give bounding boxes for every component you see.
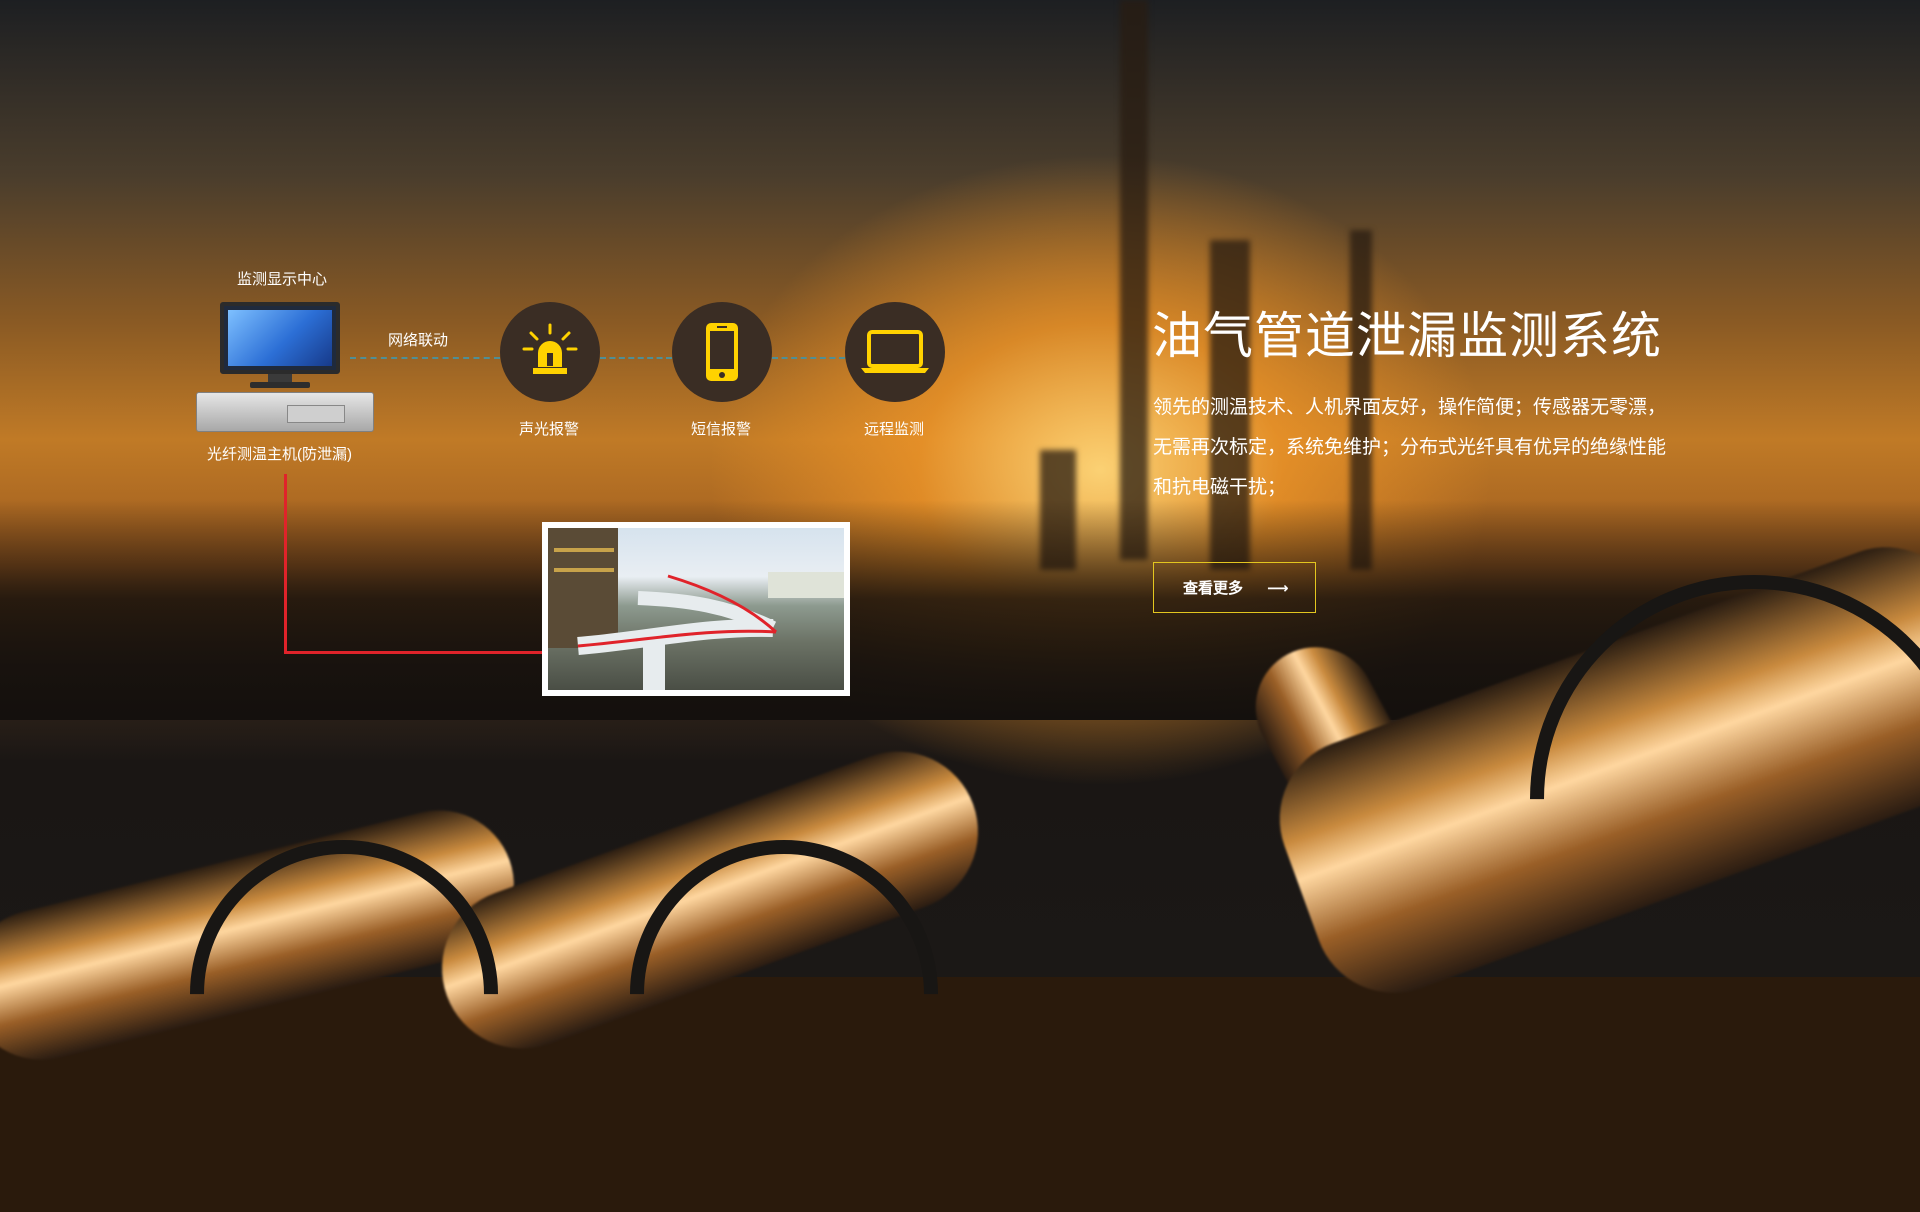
view-more-button[interactable]: 查看更多 ⟶ [1153,562,1316,613]
sound-alarm-circle [500,302,600,402]
host-label: 光纤测温主机(防泄漏) [207,446,352,463]
hero-title: 油气管道泄漏监测系统 [1152,308,1662,364]
pipeline-photo [542,522,850,696]
siren-icon [522,323,578,374]
view-more-label: 查看更多 [1183,580,1244,597]
network-label: 网络联动 [388,332,449,349]
laptop-icon [861,330,929,373]
network-link-line [350,357,500,359]
network-link-line [600,357,672,359]
host-unit-icon [196,392,374,432]
monitor-base [250,382,310,388]
phone-icon [706,323,738,381]
sound-alarm-label: 声光报警 [519,421,580,438]
remote-monitor-circle [845,302,945,402]
hero-description: 领先的测温技术、人机界面友好，操作简便；传感器无零漂，无需再次标定，系统免维护；… [1153,397,1667,498]
background-tower [1120,0,1148,560]
sms-alarm-circle [672,302,772,402]
fiber-cable-line [284,651,546,654]
network-link-line [772,357,845,359]
monitor-icon [220,302,340,374]
arrow-right-icon: ⟶ [1267,579,1289,597]
fiber-cable-line [284,474,287,654]
monitor-center-label: 监测显示中心 [237,271,328,288]
remote-monitor-label: 远程监测 [864,421,925,438]
sms-alarm-label: 短信报警 [691,421,752,438]
